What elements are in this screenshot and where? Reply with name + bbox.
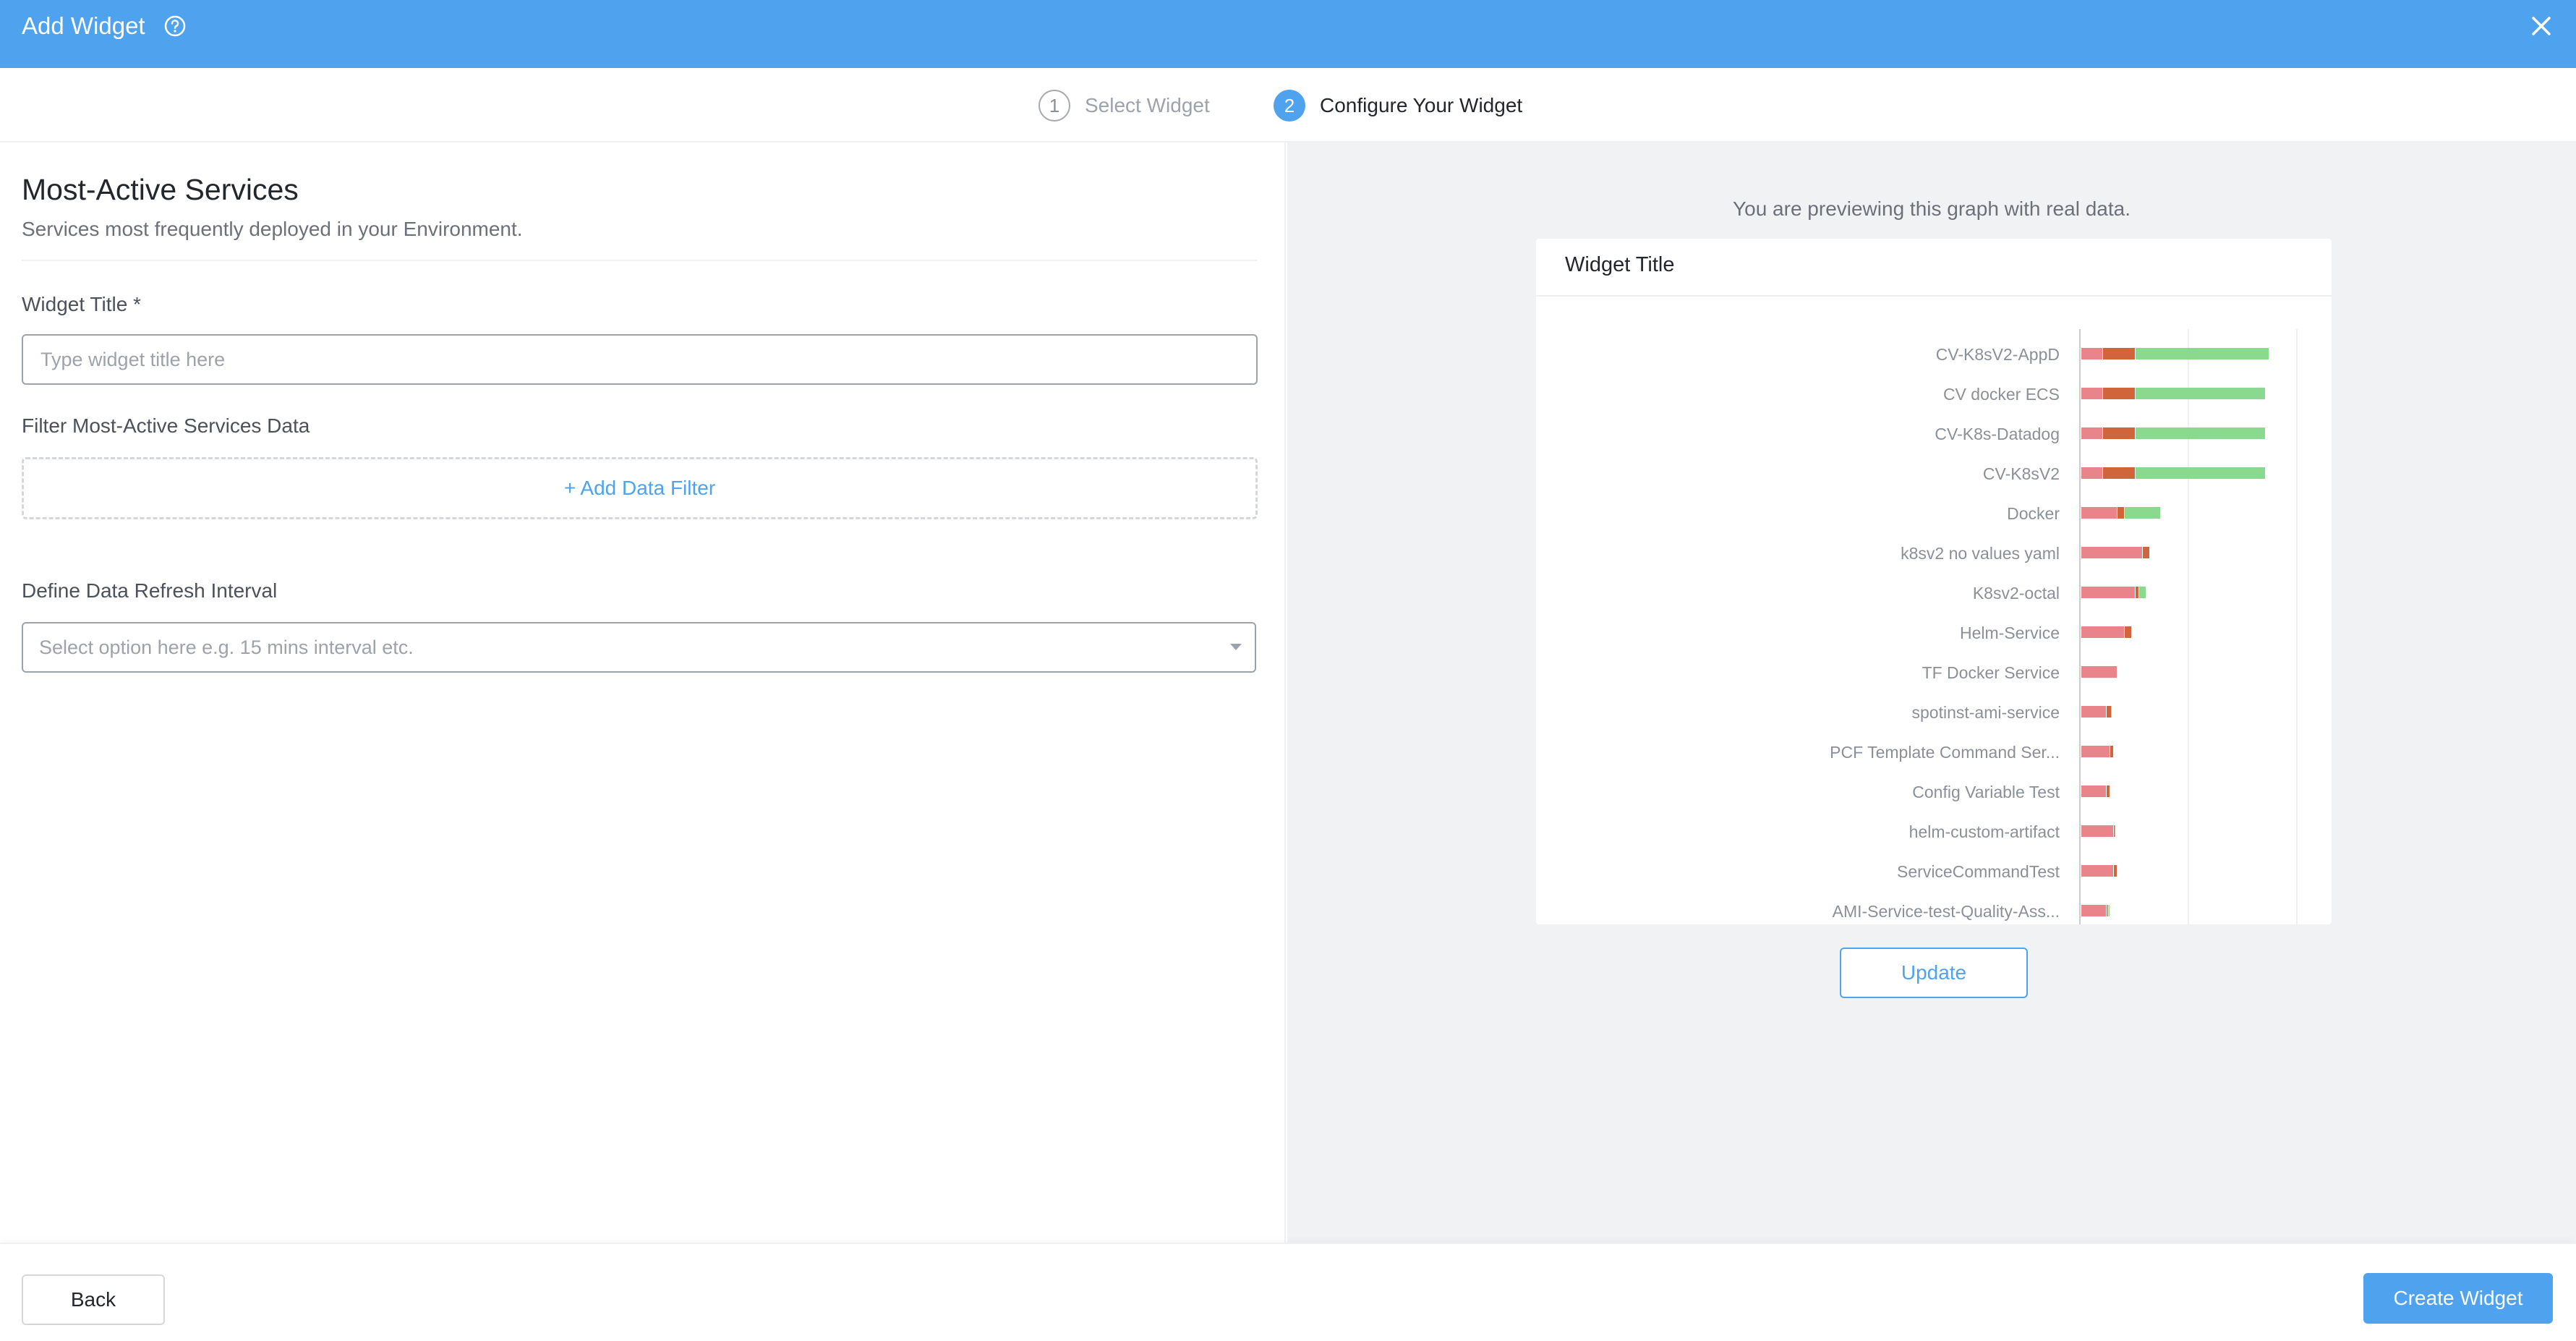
chart-bar-segment[interactable] (2103, 467, 2135, 479)
chart-bar-segment[interactable] (2136, 388, 2265, 399)
chart-bar-segment[interactable] (2107, 786, 2110, 797)
step-number: 1 (1038, 90, 1070, 122)
chart-category-label: CV docker ECS (1943, 385, 2060, 404)
chart-category-label: K8sv2-octal (1973, 584, 2060, 603)
chart-bar-segment[interactable] (2114, 865, 2117, 877)
refresh-interval-placeholder: Select option here e.g. 15 mins interval… (39, 636, 414, 658)
chart-category-label: TF Docker Service (1922, 663, 2060, 682)
chart-bar-segment[interactable] (2081, 706, 2106, 718)
chart-bar-segment[interactable] (2103, 427, 2135, 439)
modal-title: Add Widget (22, 12, 145, 39)
refresh-interval-label: Define Data Refresh Interval (22, 579, 278, 602)
divider (22, 260, 1257, 261)
chart-bar-segment[interactable] (2081, 786, 2106, 797)
step-label: Select Widget (1085, 94, 1210, 116)
chart-bar-segment[interactable] (2081, 348, 2102, 359)
widget-type-title: Most-Active Services (22, 173, 299, 206)
chart-category-label: Helm-Service (1960, 623, 2060, 642)
chart-category-label: helm-custom-artifact (1909, 822, 2060, 841)
chart-bar-segment[interactable] (2107, 706, 2112, 718)
chart-bar-segment[interactable] (2081, 666, 2117, 678)
chart-bar-segment[interactable] (2108, 905, 2110, 916)
widget-title-input[interactable]: Type widget title here (22, 334, 1258, 385)
chart-category-label: PCF Template Command Ser... (1830, 743, 2060, 762)
refresh-interval-select[interactable]: Select option here e.g. 15 mins interval… (22, 622, 1256, 673)
chart-bar-segment[interactable] (2125, 507, 2160, 519)
wizard-steps: 1 Select Widget 2 Configure Your Widget (0, 68, 2576, 142)
widget-title-label: Widget Title * (22, 293, 141, 315)
back-button[interactable]: Back (22, 1274, 165, 1325)
chart-category-label: Docker (2007, 504, 2060, 523)
chart-bar-segment[interactable] (2081, 626, 2124, 638)
chart-bar-segment[interactable] (2103, 348, 2135, 359)
chart-category-label: CV-K8sV2-AppD (1936, 345, 2060, 364)
widget-title-placeholder: Type widget title here (40, 348, 226, 370)
filter-label: Filter Most-Active Services Data (22, 414, 310, 437)
chart-bar-segment[interactable] (2143, 547, 2149, 558)
chart-category-label: Config Variable Test (1912, 783, 2060, 801)
chart-bar-segment[interactable] (2081, 825, 2113, 837)
chart-bar-segment[interactable] (2136, 427, 2265, 439)
chart-bar-segment[interactable] (2081, 865, 2113, 877)
step-select-widget[interactable]: 1 Select Widget (1038, 88, 1210, 123)
chart-bar-segment[interactable] (2136, 348, 2269, 359)
chart-bar-segment[interactable] (2117, 507, 2124, 519)
chart-bar-segment[interactable] (2114, 825, 2115, 837)
chart-bar-segment[interactable] (2110, 746, 2113, 757)
chart-category-label: spotinst-ami-service (1912, 703, 2060, 722)
create-widget-button[interactable]: Create Widget (2363, 1273, 2553, 1324)
chart-bar-segment[interactable] (2081, 547, 2142, 558)
help-circle-icon[interactable] (163, 14, 187, 38)
chart-category-label: ServiceCommandTest (1897, 862, 2060, 881)
chart-bar-segment[interactable] (2103, 388, 2135, 399)
chart-bar-segment[interactable] (2081, 467, 2102, 479)
close-icon[interactable] (2528, 13, 2554, 39)
step-label: Configure Your Widget (1320, 94, 1523, 116)
modal-footer: Back Create Widget (0, 1243, 2576, 1341)
most-active-services-chart: CV-K8sV2-AppD CV docker ECS CV-K8s-Datadog… (1830, 329, 2298, 924)
chart-category-label: AMI-Service-test-Quality-Ass... (1833, 902, 2060, 921)
chart-bar-segment[interactable] (2139, 587, 2146, 598)
step-configure-widget[interactable]: 2 Configure Your Widget (1274, 88, 1522, 123)
chart-bar-segment[interactable] (2081, 427, 2102, 439)
configuration-panel: Most-Active Services Services most frequ… (0, 142, 1286, 1243)
step-number: 2 (1274, 90, 1305, 122)
chart-bar-segment[interactable] (2125, 626, 2131, 638)
chart-bar-segment[interactable] (2136, 587, 2138, 598)
update-button[interactable]: Update (1840, 948, 2028, 998)
chart-bar-segment[interactable] (2081, 587, 2135, 598)
widget-type-description: Services most frequently deployed in you… (22, 218, 523, 240)
widget-preview-card: Widget Title CV-K8sV2-AppD CV docker ECS C… (1536, 239, 2332, 924)
add-data-filter-button[interactable]: + Add Data Filter (22, 457, 1258, 519)
chart-category-label: CV-K8sV2 (1983, 464, 2060, 483)
chevron-down-icon (1230, 644, 1242, 650)
chart-bar-segment[interactable] (2136, 467, 2265, 479)
preview-note: You are previewing this graph with real … (1733, 197, 2131, 220)
chart-bar-segment[interactable] (2081, 905, 2106, 916)
chart-bar-segment[interactable] (2081, 388, 2102, 399)
chart-bar-segment[interactable] (2081, 507, 2117, 519)
preview-panel: You are previewing this graph with real … (1287, 142, 2576, 1243)
modal-header: Add Widget (0, 0, 2576, 68)
chart-bar-segment[interactable] (2081, 746, 2110, 757)
chart-bar-segment[interactable] (2107, 905, 2108, 916)
chart-category-label: CV-K8s-Datadog (1935, 425, 2060, 443)
chart-category-label: k8sv2 no values yaml (1901, 544, 2060, 563)
